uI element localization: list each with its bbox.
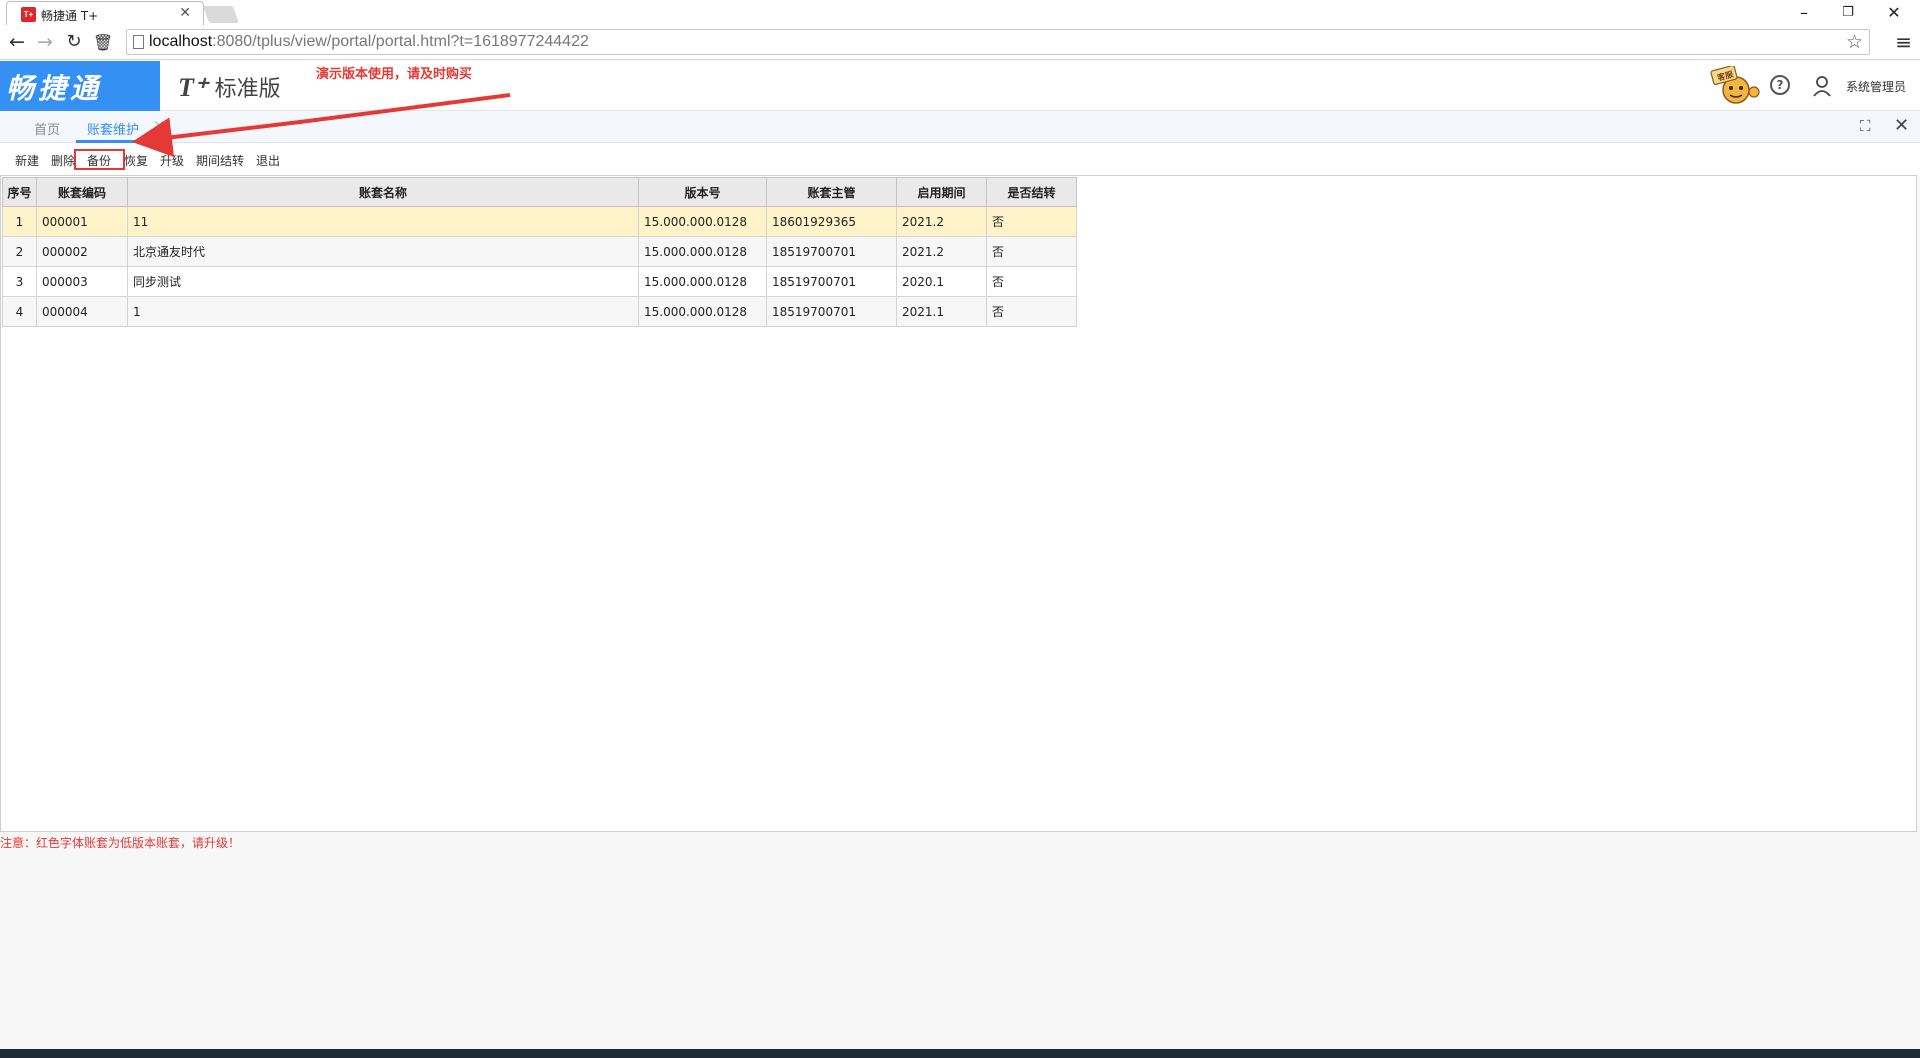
brand-name: 畅捷通 bbox=[6, 72, 103, 105]
low-version-notice: 注意：红色字体账套为低版本账套，请升级！ bbox=[0, 836, 241, 850]
toolbar: 新建 删除 备份 恢复 升级 期间结转 退出 bbox=[0, 143, 1920, 175]
table-cell: 1 bbox=[127, 296, 639, 327]
table-cell: 否 bbox=[986, 206, 1077, 237]
table-cell: 2021.2 bbox=[896, 206, 987, 237]
app-tabs: 首页 账套维护 ✕ ⛶ ✕ bbox=[0, 111, 1920, 143]
table-cell: 2021.2 bbox=[896, 236, 987, 267]
period-close-button[interactable]: 期间结转 bbox=[196, 152, 244, 169]
upgrade-button[interactable]: 升级 bbox=[160, 152, 184, 169]
os-taskbar bbox=[0, 1049, 1920, 1058]
help-icon[interactable]: ? bbox=[1770, 75, 1790, 95]
account-set-table: 序号 账套编码 账套名称 版本号 账套主管 启用期间 是否结转 1 000001… bbox=[2, 177, 1077, 327]
table-cell: 同步测试 bbox=[127, 266, 639, 297]
table-cell: 15.000.000.0128 bbox=[638, 236, 767, 267]
restore-button[interactable]: 恢复 bbox=[124, 152, 148, 169]
column-header[interactable]: 账套主管 bbox=[766, 177, 897, 207]
delete-button[interactable]: 删除 bbox=[51, 152, 75, 169]
table-cell: 4 bbox=[2, 296, 37, 327]
user-icon[interactable] bbox=[1812, 75, 1832, 97]
table-header-row: 序号 账套编码 账套名称 版本号 账套主管 启用期间 是否结转 bbox=[2, 177, 1077, 207]
customer-service-mascot-icon[interactable]: 客服 bbox=[1708, 66, 1760, 106]
fullscreen-icon[interactable]: ⛶ bbox=[1860, 117, 1871, 135]
table-cell: 15.000.000.0128 bbox=[638, 296, 767, 327]
close-all-tabs-icon[interactable]: ✕ bbox=[1894, 115, 1909, 136]
browser-titlebar: T+ 畅捷通 T+ ✕ – ❐ ✕ bbox=[0, 0, 1920, 25]
backup-highlight-box bbox=[74, 149, 125, 170]
app-header: 畅捷通 T⁺ 标准版 演示版本使用，请及时购买 客服 ? 系统管理员 bbox=[0, 61, 1920, 111]
table-cell: 15.000.000.0128 bbox=[638, 206, 767, 237]
new-tab-button[interactable] bbox=[202, 6, 240, 23]
trash-icon[interactable]: 🗑 bbox=[92, 33, 114, 52]
column-header[interactable]: 账套名称 bbox=[127, 177, 639, 207]
tab-home[interactable]: 首页 bbox=[34, 119, 60, 138]
close-tab-account-maintenance-icon[interactable]: ✕ bbox=[153, 117, 166, 135]
table-cell: 3 bbox=[2, 266, 37, 297]
page-icon bbox=[133, 35, 144, 49]
column-header[interactable]: 版本号 bbox=[638, 177, 767, 207]
table-cell: 2020.1 bbox=[896, 266, 987, 297]
table-cell: 15.000.000.0128 bbox=[638, 266, 767, 297]
table-row[interactable]: 3 000003 同步测试 15.000.000.0128 1851970070… bbox=[2, 266, 1077, 297]
current-user-name[interactable]: 系统管理员 bbox=[1846, 78, 1906, 95]
table-cell: 2 bbox=[2, 236, 37, 267]
table-row[interactable]: 1 000001 11 15.000.000.0128 18601929365 … bbox=[2, 206, 1077, 237]
table-cell: 18519700701 bbox=[766, 236, 897, 267]
column-header[interactable]: 账套编码 bbox=[36, 177, 128, 207]
browser-tab[interactable]: T+ 畅捷通 T+ ✕ bbox=[6, 1, 204, 25]
demo-version-notice[interactable]: 演示版本使用，请及时购买 bbox=[316, 63, 472, 82]
restore-window-icon[interactable]: ❐ bbox=[1838, 5, 1858, 20]
table-cell: 000004 bbox=[36, 296, 128, 327]
table-cell: 18601929365 bbox=[766, 206, 897, 237]
exit-button[interactable]: 退出 bbox=[256, 152, 280, 169]
table-cell: 000003 bbox=[36, 266, 128, 297]
address-bar: ← → ↻ 🗑 localhost:8080/tplus/view/portal… bbox=[0, 25, 1920, 60]
minimize-icon[interactable]: – bbox=[1794, 3, 1814, 22]
tab-account-maintenance[interactable]: 账套维护 bbox=[87, 119, 139, 138]
table-cell: 000002 bbox=[36, 236, 128, 267]
table-row[interactable]: 4 000004 1 15.000.000.0128 18519700701 2… bbox=[2, 296, 1077, 327]
account-set-grid: 序号 账套编码 账套名称 版本号 账套主管 启用期间 是否结转 1 000001… bbox=[0, 175, 1917, 832]
table-cell: 11 bbox=[127, 206, 639, 237]
table-row[interactable]: 2 000002 北京通友时代 15.000.000.0128 18519700… bbox=[2, 236, 1077, 267]
close-window-icon[interactable]: ✕ bbox=[1884, 3, 1904, 22]
browser-tab-title: 畅捷通 T+ bbox=[41, 9, 99, 23]
brand-logo: 畅捷通 bbox=[0, 61, 160, 111]
reload-icon[interactable]: ↻ bbox=[63, 31, 85, 52]
column-header[interactable]: 是否结转 bbox=[986, 177, 1077, 207]
url-input[interactable]: localhost:8080/tplus/view/portal/portal.… bbox=[126, 29, 1870, 55]
product-title: T⁺ 标准版 bbox=[178, 73, 281, 102]
table-cell: 否 bbox=[986, 236, 1077, 267]
table-cell: 000001 bbox=[36, 206, 128, 237]
browser-menu-icon[interactable]: ≡ bbox=[1895, 30, 1912, 54]
table-cell: 否 bbox=[986, 266, 1077, 297]
table-cell: 北京通友时代 bbox=[127, 236, 639, 267]
table-cell: 2021.1 bbox=[896, 296, 987, 327]
new-button[interactable]: 新建 bbox=[15, 152, 39, 169]
table-cell: 1 bbox=[2, 206, 37, 237]
tplus-favicon-icon: T+ bbox=[21, 7, 36, 22]
table-cell: 18519700701 bbox=[766, 266, 897, 297]
url-text: localhost:8080/tplus/view/portal/portal.… bbox=[149, 33, 589, 50]
column-header[interactable]: 序号 bbox=[2, 177, 37, 207]
table-cell: 18519700701 bbox=[766, 296, 897, 327]
forward-arrow-icon[interactable]: → bbox=[34, 31, 56, 53]
close-tab-icon[interactable]: ✕ bbox=[179, 5, 191, 21]
bookmark-star-icon[interactable]: ☆ bbox=[1846, 31, 1863, 53]
table-cell: 否 bbox=[986, 296, 1077, 327]
back-arrow-icon[interactable]: ← bbox=[6, 31, 28, 53]
column-header[interactable]: 启用期间 bbox=[896, 177, 987, 207]
